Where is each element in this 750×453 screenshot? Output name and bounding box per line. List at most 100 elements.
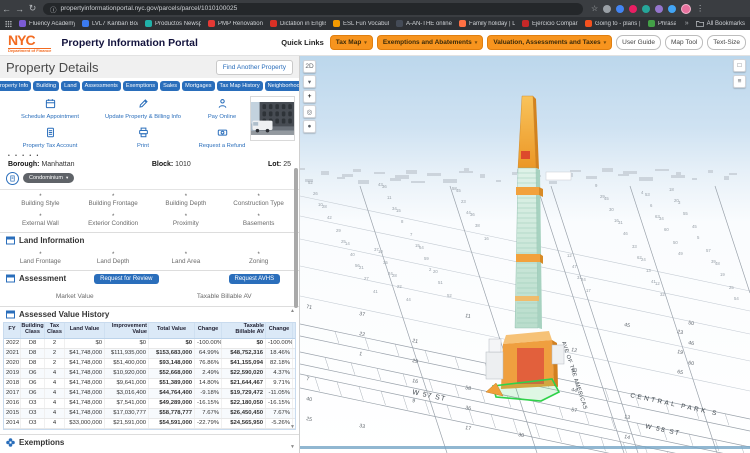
extension-icon[interactable] <box>668 5 676 13</box>
field-proximity: *Proximity <box>150 214 223 228</box>
map-fullscreen-button[interactable]: □ <box>733 59 746 72</box>
table-row[interactable]: 2017O64$41,748,000$3,016,400$44,764,400-… <box>4 389 295 399</box>
button-request-for-review[interactable]: Request for Review <box>94 274 158 284</box>
building-toggle-button[interactable] <box>6 172 19 185</box>
table-scroll-up-icon[interactable]: ▲ <box>290 308 295 314</box>
distant-building <box>395 175 409 179</box>
column-header-taxable-billable-av-7: Taxable Billable AV <box>222 323 266 338</box>
condominium-badge[interactable]: Condominium ▾ <box>23 173 74 183</box>
bookmark-item[interactable]: LVL7 Kanban Board... <box>82 20 138 27</box>
map-tilt-button[interactable]: ▾ <box>303 75 316 88</box>
bookmarks-overflow-chevron[interactable]: » <box>685 20 689 27</box>
tab-sales[interactable]: Sales <box>160 81 180 91</box>
find-another-property-button[interactable]: Find Another Property <box>216 60 293 75</box>
map-canvas[interactable]: 5214366445105312452434828211520362834243… <box>300 56 750 453</box>
bookmark-star-icon[interactable]: ☆ <box>591 4 598 13</box>
table-row[interactable]: 2020D82$41,748,000$51,400,000$93,148,000… <box>4 359 295 369</box>
action-pay-online[interactable]: Pay Online <box>194 96 250 120</box>
bookmark-favicon <box>82 20 89 27</box>
table-scroll-down-icon[interactable]: ▼ <box>290 424 295 430</box>
bookmark-item[interactable]: A-AN-THE online ex... <box>396 20 452 27</box>
chrome-menu-icon[interactable]: ⋮ <box>696 4 704 13</box>
bookmark-item[interactable]: Going to - plans | Le... <box>585 20 641 27</box>
cell: $41,155,094 <box>222 359 266 368</box>
extension-icon[interactable] <box>629 5 637 13</box>
table-row[interactable]: 2016O34$41,748,000$7,541,000$49,289,000-… <box>4 399 295 409</box>
table-row[interactable]: 2021D82$41,748,000$111,935,000$153,683,0… <box>4 349 295 359</box>
bookmark-item[interactable]: ESL Fun Vocabulary... <box>333 20 389 27</box>
map-2d-button[interactable]: 2D <box>303 60 316 73</box>
distant-building <box>496 180 501 182</box>
button-request-avhs[interactable]: Request AVHS <box>229 274 281 284</box>
table-row[interactable]: 2018O64$41,748,000$9,641,000$51,389,0001… <box>4 379 295 389</box>
menu-tax-map[interactable]: Tax Map▾ <box>330 35 373 50</box>
map-streetview-button[interactable]: ● <box>303 120 316 133</box>
reload-icon[interactable]: ↻ <box>26 3 39 14</box>
tab-tax-map-history[interactable]: Tax Map History <box>217 81 263 91</box>
profile-avatar[interactable] <box>681 4 691 14</box>
menu-exemptions-and-abatements[interactable]: Exemptions and Abatements▾ <box>377 35 484 50</box>
bookmark-item[interactable]: Dictation in English... <box>270 20 326 27</box>
bookmark-item[interactable]: PMP Renovation <box>208 20 263 27</box>
cell: $21,591,000 <box>105 419 149 428</box>
table-row[interactable]: 2019O64$41,748,000$10,920,000$52,668,000… <box>4 369 295 379</box>
address-bar[interactable]: ⓘ propertyinformationportal.nyc.gov/parc… <box>43 3 583 15</box>
map-corner-buttons: □≡ <box>733 59 746 88</box>
cell: $41,748,000 <box>65 369 105 378</box>
extension-icon[interactable] <box>616 5 624 13</box>
cell: $41,748,000 <box>65 399 105 408</box>
table-row[interactable]: 2015O34$41,748,000$17,030,777$58,778,777… <box>4 409 295 419</box>
map-zoom-in-button[interactable]: + <box>303 90 316 103</box>
extension-icon[interactable] <box>642 5 650 13</box>
extension-icon[interactable] <box>655 5 663 13</box>
tab-land[interactable]: Land <box>61 81 79 91</box>
map-layers-button[interactable]: ≡ <box>733 75 746 88</box>
bookmark-item[interactable]: Productos Newspap... <box>145 20 201 27</box>
bookmark-item[interactable]: Fluency Academy L... <box>19 20 75 27</box>
tab-property-info[interactable]: Property Info <box>0 81 31 91</box>
building-base-3d[interactable] <box>486 331 564 401</box>
tab-neighborhood[interactable]: Neighborhood <box>265 81 300 91</box>
unit-lot-number: 60 <box>664 227 669 232</box>
unit-lot-number: 21 <box>359 265 364 270</box>
back-icon[interactable]: ← <box>0 4 13 14</box>
distant-building <box>729 173 737 175</box>
panel-scrollbar[interactable] <box>294 168 298 308</box>
distant-building <box>676 172 681 176</box>
field-label: Building Frontage <box>77 201 150 208</box>
site-info-icon[interactable]: ⓘ <box>50 4 57 14</box>
action-update-property-billing-info[interactable]: Update Property & Billing Info <box>92 96 194 120</box>
cell: $3,016,400 <box>105 389 149 398</box>
bookmark-item[interactable]: Phrasal Verbs With... <box>648 20 676 27</box>
bookmark-item[interactable]: Ejercicio Comparati... <box>522 20 578 27</box>
header-button-user-guide[interactable]: User Guide <box>616 35 661 50</box>
tab-assessments[interactable]: Assessments <box>82 81 121 91</box>
header-button-map-tool[interactable]: Map Tool <box>665 35 703 50</box>
apps-grid-icon[interactable] <box>5 20 12 28</box>
nyc-dof-logo[interactable]: NYC Department of Finance <box>8 33 51 53</box>
distant-building <box>342 174 353 177</box>
cell: $52,668,000 <box>149 369 195 378</box>
action-schedule-appointment[interactable]: Schedule Appointment <box>8 96 92 120</box>
action-print[interactable]: Print <box>92 125 194 149</box>
header-button-text-size[interactable]: Text-Size <box>707 35 746 50</box>
tab-exemptions[interactable]: Exemptions <box>123 81 158 91</box>
table-row[interactable]: 2022D82$0$0$0-100.00%$0-100.00% <box>4 339 295 349</box>
cell: 2020 <box>4 359 21 368</box>
table-row[interactable]: 2014O34$33,000,000$21,591,000$54,591,000… <box>4 419 295 429</box>
panel-scroll-down-icon[interactable]: ▼ <box>290 444 295 450</box>
menu-valuation-assessments-and-taxes[interactable]: Valuation, Assessments and Taxes▾ <box>487 35 612 50</box>
action-request-a-refund[interactable]: Request a Refund <box>194 125 250 149</box>
all-bookmarks-button[interactable]: All Bookmarks <box>696 20 745 27</box>
action-property-tax-account[interactable]: Property Tax Account <box>8 125 92 149</box>
map-compass-button[interactable]: ◎ <box>303 105 316 118</box>
distant-building <box>358 180 369 184</box>
extension-icon[interactable] <box>603 5 611 13</box>
bookmark-item[interactable]: Family holiday | Lear... <box>459 20 515 27</box>
avh-section-icon <box>6 310 15 319</box>
streetview-photo[interactable] <box>250 96 295 141</box>
tab-mortgages[interactable]: Mortgages <box>182 81 214 91</box>
forward-icon[interactable]: → <box>13 4 26 14</box>
tab-building[interactable]: Building <box>33 81 59 91</box>
unit-lot-number: 37 <box>374 247 379 252</box>
